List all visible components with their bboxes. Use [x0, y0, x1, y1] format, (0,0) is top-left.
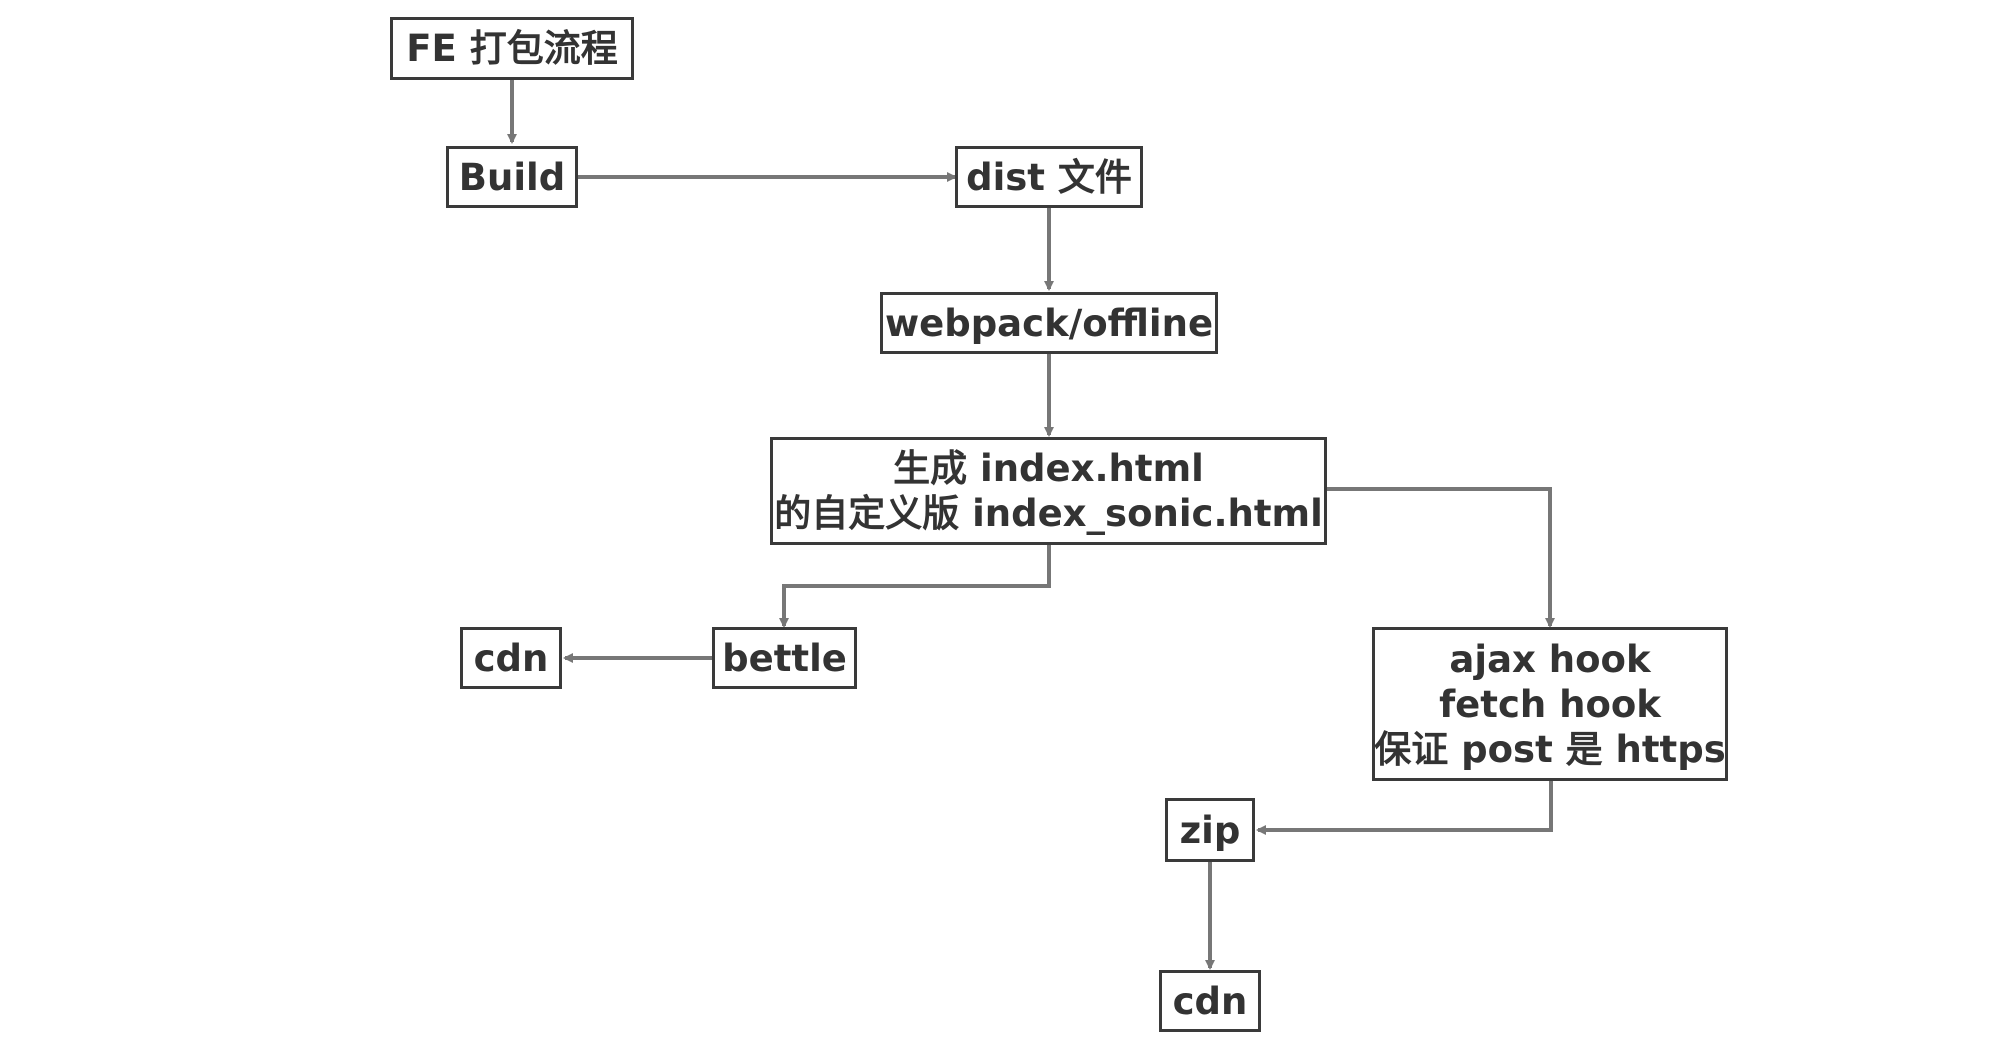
node-cdn-bottom: cdn: [1159, 970, 1261, 1032]
edge-generate-to-bettle: [779, 545, 1051, 628]
edge-hooks-to-zip: [1256, 781, 1553, 835]
node-label-line: 的自定义版 index_sonic.html: [774, 492, 1323, 535]
node-label-line: fetch hook: [1439, 682, 1661, 726]
flowchart-canvas: FE 打包流程 Build dist 文件 webpack/offline 生成…: [0, 0, 2002, 1055]
node-label-line: 保证 post 是 https: [1374, 727, 1726, 771]
edge-generate-to-hooks: [1327, 487, 1555, 628]
node-webpack-offline: webpack/offline: [880, 292, 1218, 354]
node-hooks: ajax hook fetch hook 保证 post 是 https: [1372, 627, 1728, 781]
node-label-line: Build: [458, 155, 566, 199]
node-label-line: FE 打包流程: [406, 27, 618, 70]
node-label-line: ajax hook: [1449, 637, 1651, 681]
node-label-line: zip: [1179, 808, 1241, 852]
node-label-line: cdn: [1172, 979, 1248, 1023]
node-cdn-left: cdn: [460, 627, 562, 689]
node-bettle: bettle: [712, 627, 857, 689]
node-label-line: bettle: [722, 636, 847, 680]
node-dist-files: dist 文件: [955, 146, 1143, 208]
node-label-line: dist 文件: [966, 155, 1132, 199]
node-build: Build: [446, 146, 578, 208]
node-zip: zip: [1165, 798, 1255, 862]
node-label-line: cdn: [473, 636, 549, 680]
node-fe-packaging-title: FE 打包流程: [390, 17, 634, 80]
node-label-line: webpack/offline: [884, 301, 1214, 345]
node-label-line: 生成 index.html: [893, 447, 1204, 490]
node-generate-index-html: 生成 index.html 的自定义版 index_sonic.html: [770, 437, 1327, 545]
